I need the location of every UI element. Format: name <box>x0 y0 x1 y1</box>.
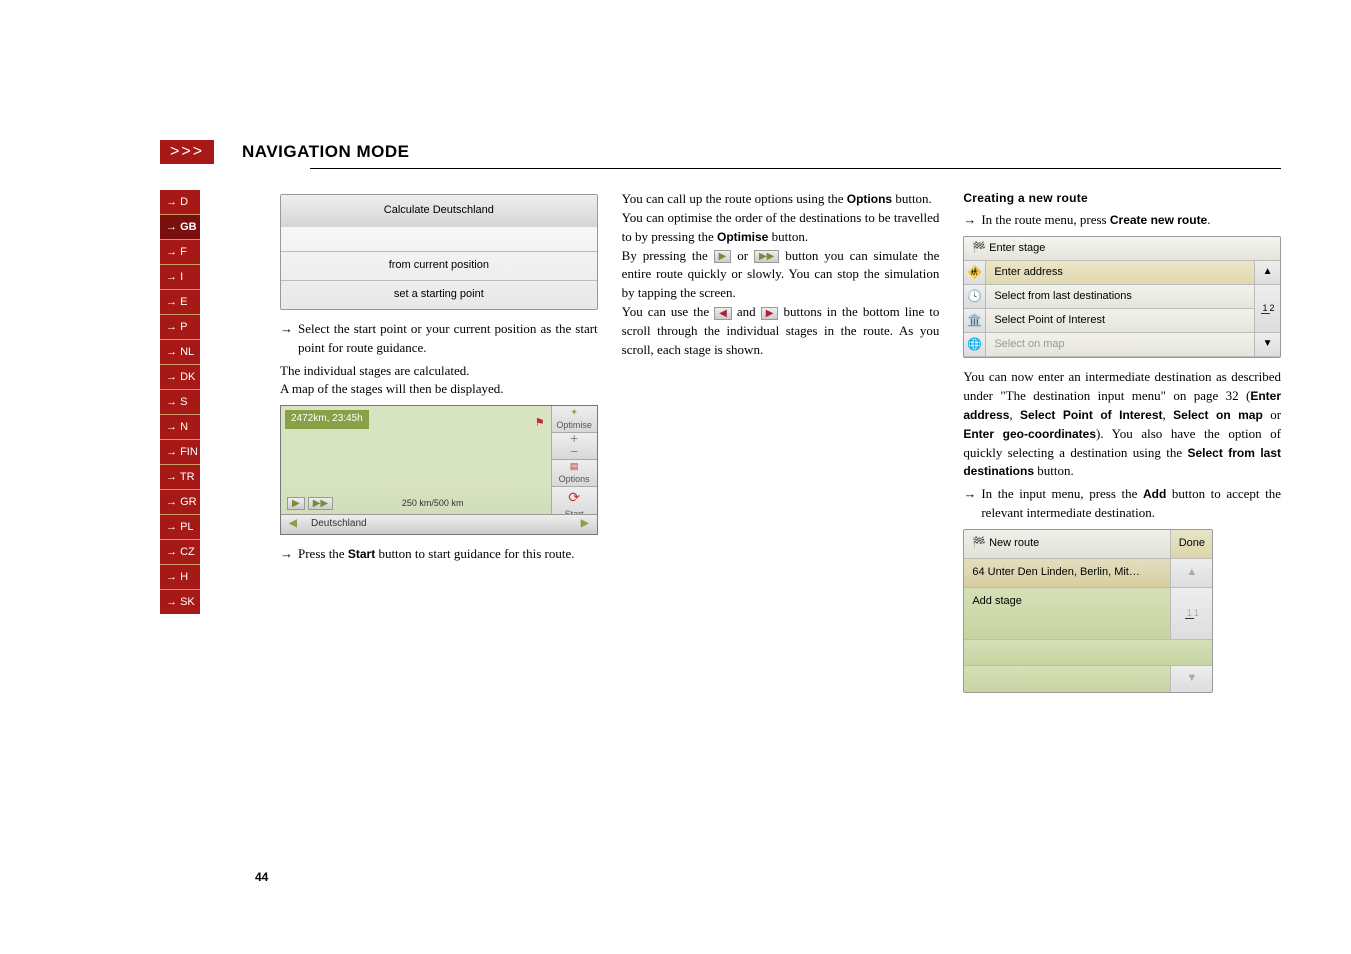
tab-dk[interactable]: → DK <box>160 364 200 389</box>
clock-icon: 🕓 <box>964 285 986 309</box>
select-last-row[interactable]: Select from last destinations <box>986 285 1254 309</box>
content-columns: Calculate Deutschland from current posit… <box>280 190 1281 854</box>
page-title: NAVIGATION MODE <box>242 142 409 162</box>
arrow-icon: → <box>280 545 293 564</box>
header-arrows-badge: >>> <box>160 140 214 164</box>
map-zoom-buttons[interactable]: ＋－ <box>551 433 597 460</box>
map-distance-time: 2472km, 23:45h <box>285 410 369 429</box>
empty-row <box>964 640 1212 666</box>
calculate-title: Calculate Deutschland <box>281 195 597 227</box>
arrow-icon: → <box>963 211 976 230</box>
map-play-icon[interactable]: ▶ <box>287 497 305 510</box>
tab-s[interactable]: → S <box>160 389 200 414</box>
tab-sk[interactable]: → SK <box>160 589 200 614</box>
left-arrow-icon: ◀ <box>714 307 732 320</box>
page-indicator: 11 <box>1170 588 1212 640</box>
stage-row[interactable]: 64 Unter Den Linden, Berlin, Mit… <box>964 559 1170 588</box>
tab-p[interactable]: → P <box>160 314 200 339</box>
map-flag-icon: ⚑ <box>535 416 545 432</box>
p-call-options: You can call up the route options using … <box>622 190 940 209</box>
map-prev-icon[interactable]: ◀ <box>281 517 305 532</box>
map-scale: 250 km/500 km <box>402 497 464 510</box>
set-start-row[interactable]: set a starting point <box>281 280 597 309</box>
p-intermediate-dest: You can now enter an intermediate destin… <box>963 368 1281 481</box>
enter-stage-title: 🏁 Enter stage <box>964 237 1280 261</box>
bullet-create-route: → In the route menu, press Create new ro… <box>963 211 1281 230</box>
arrow-icon: → <box>280 320 293 358</box>
column-1: Calculate Deutschland from current posit… <box>280 190 598 854</box>
p-map-displayed: A map of the stages will then be display… <box>280 380 598 399</box>
scroll-up-disabled-icon: ▲ <box>1170 559 1212 588</box>
heading-creating-route: Creating a new route <box>963 190 1281 207</box>
new-route-title: 🏁 New route <box>964 530 1170 559</box>
fast-forward-icon: ▶▶ <box>754 250 779 263</box>
tab-h[interactable]: → H <box>160 564 200 589</box>
tab-gb[interactable]: → GB <box>160 214 200 239</box>
scroll-down-disabled-icon: ▼ <box>1170 666 1212 692</box>
select-map-row[interactable]: Select on map <box>986 333 1254 357</box>
map-next-icon[interactable]: ▶ <box>573 517 597 532</box>
p-optimise: You can optimise the order of the destin… <box>622 209 940 247</box>
tab-gr[interactable]: → GR <box>160 489 200 514</box>
map-preview: 2472km, 23:45h ⚑ ✦Optimise ＋－ ▤Options ⟳… <box>280 405 598 535</box>
scroll-up-icon[interactable]: ▲ <box>1254 261 1280 285</box>
select-poi-row[interactable]: Select Point of Interest <box>986 309 1254 333</box>
scroll-down-icon[interactable]: ▼ <box>1254 333 1280 357</box>
tab-i[interactable]: → I <box>160 264 200 289</box>
done-button[interactable]: Done <box>1170 530 1212 559</box>
empty-row <box>964 666 1170 692</box>
header-rule <box>310 168 1281 169</box>
tab-f[interactable]: → F <box>160 239 200 264</box>
enter-address-row[interactable]: Enter address <box>986 261 1254 285</box>
right-arrow-icon: ▶ <box>761 307 779 320</box>
map-side-buttons: ✦Optimise ＋－ ▤Options ⟳Start <box>551 406 597 514</box>
bullet-press-start: → Press the Start button to start guidan… <box>280 545 598 564</box>
map-stage-label: Deutschland <box>305 517 573 532</box>
column-3: Creating a new route → In the route menu… <box>963 190 1281 854</box>
sign-icon: 🚸 <box>964 261 986 285</box>
map-ff-icon[interactable]: ▶▶ <box>308 497 333 510</box>
tab-tr[interactable]: → TR <box>160 464 200 489</box>
page-indicator: 12 <box>1254 285 1280 333</box>
column-2: You can call up the route options using … <box>622 190 940 854</box>
tab-nl[interactable]: → NL <box>160 339 200 364</box>
enter-stage-box: 🏁 Enter stage 🚸 Enter address ▲ 🕓 Select… <box>963 236 1281 358</box>
p-stages-calculated: The individual stages are calculated. <box>280 362 598 381</box>
p-simulate: By pressing the ▶ or ▶▶ button you can s… <box>622 247 940 304</box>
add-stage-row[interactable]: Add stage <box>964 588 1170 640</box>
tab-pl[interactable]: → PL <box>160 514 200 539</box>
tab-n[interactable]: → N <box>160 414 200 439</box>
map-optimise-button[interactable]: ✦Optimise <box>551 406 597 433</box>
map-bottom-bar: ◀ Deutschland ▶ <box>281 514 597 534</box>
bullet-press-add: → In the input menu, press the Add butto… <box>963 485 1281 523</box>
page-number: 44 <box>255 870 268 884</box>
language-tabs: → D → GB → F → I → E → P → NL → DK → S →… <box>160 190 200 614</box>
page-header: >>> NAVIGATION MODE <box>160 140 1281 164</box>
play-icon: ▶ <box>714 250 732 263</box>
tab-d[interactable]: → D <box>160 190 200 214</box>
p-scroll-stages: You can use the ◀ and ▶ buttons in the b… <box>622 303 940 360</box>
tab-fin[interactable]: → FIN <box>160 439 200 464</box>
bullet-select-start: → Select the start point or your current… <box>280 320 598 358</box>
map-options-button[interactable]: ▤Options <box>551 460 597 487</box>
map-icon: 🌐 <box>964 333 986 357</box>
from-current-row[interactable]: from current position <box>281 251 597 280</box>
tab-e[interactable]: → E <box>160 289 200 314</box>
poi-icon: 🏛️ <box>964 309 986 333</box>
tab-cz[interactable]: → CZ <box>160 539 200 564</box>
new-route-box: 🏁 New route Done 64 Unter Den Linden, Be… <box>963 529 1213 693</box>
arrow-icon: → <box>963 485 976 523</box>
calculate-box: Calculate Deutschland from current posit… <box>280 194 598 310</box>
